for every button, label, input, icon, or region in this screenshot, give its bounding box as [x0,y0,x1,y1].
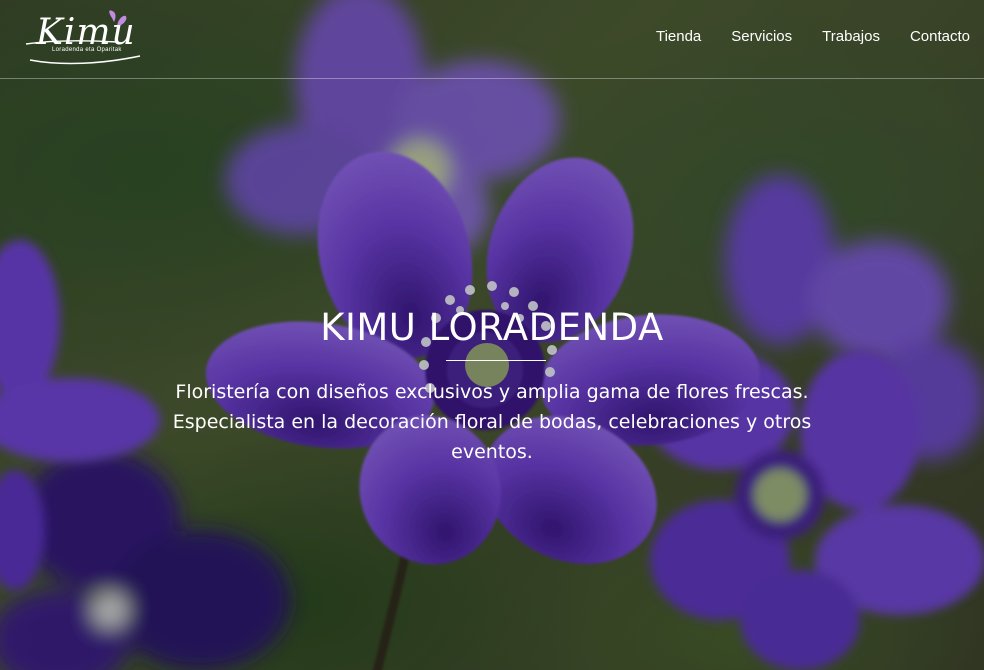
site-logo[interactable]: Kimu Loradenda eta Oparitak [22,10,146,66]
nav-item-tienda[interactable]: Tienda [656,28,701,45]
logo-tagline: Loradenda eta Oparitak [52,47,122,53]
main-nav: Tienda Servicios Trabajos Contacto [656,28,970,45]
site-header: Kimu Loradenda eta Oparitak Tienda Servi… [0,0,984,79]
nav-item-servicios[interactable]: Servicios [731,28,792,45]
hero-divider [446,360,546,361]
hero-title: KIMU LORADENDA [320,306,664,349]
hero-description: Floristería con diseños exclusivos y amp… [172,381,812,463]
nav-item-contacto[interactable]: Contacto [910,28,970,45]
nav-item-trabajos[interactable]: Trabajos [822,28,880,45]
